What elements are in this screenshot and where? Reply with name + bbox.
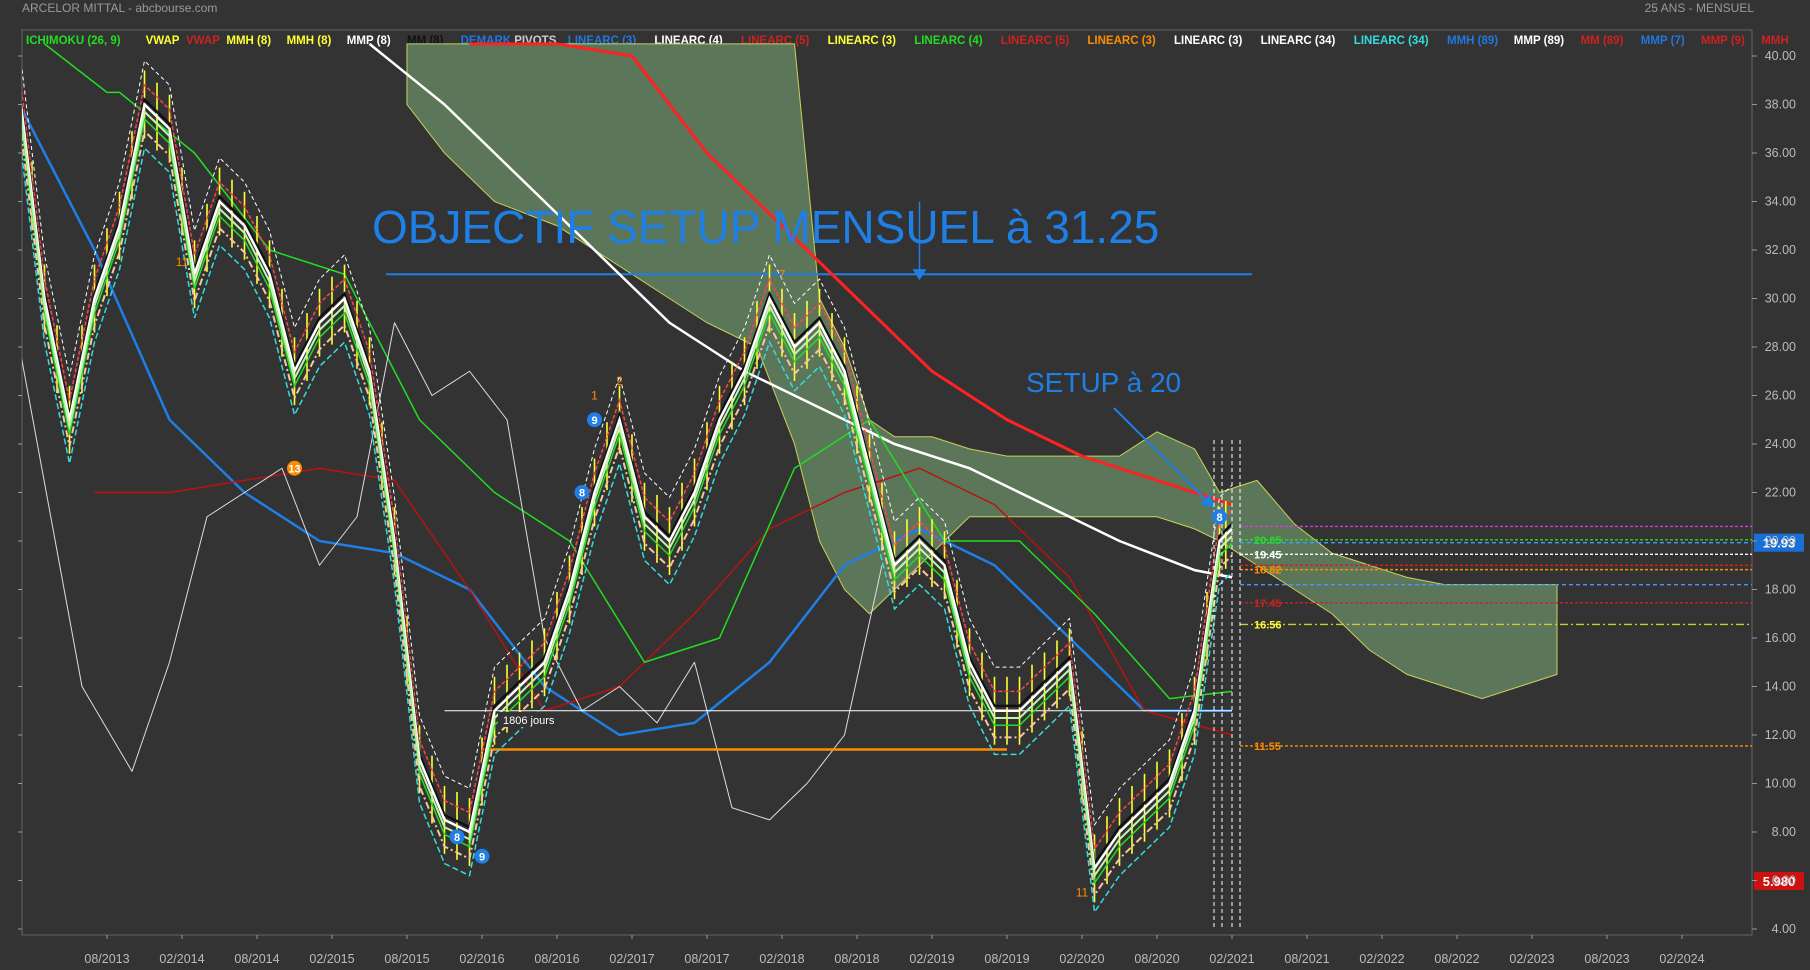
y-tick-label: 22.00 xyxy=(1765,486,1796,500)
legend-item-14: LINEARC (5) xyxy=(1001,35,1070,47)
x-tick-label: 02/2019 xyxy=(909,952,954,966)
x-tick-label: 08/2016 xyxy=(534,952,579,966)
y-tick-label: 30.00 xyxy=(1765,292,1796,306)
objective-annotation: OBJECTIF SETUP MENSUEL à 31.25 xyxy=(372,201,1159,253)
count-label: 8 xyxy=(1216,512,1222,524)
y-tick-label: 12.00 xyxy=(1765,728,1796,742)
level-label: 11.55 xyxy=(1254,741,1281,753)
count-label: 13 xyxy=(288,463,300,475)
y-tick-label: 20.00 xyxy=(1765,534,1796,548)
x-tick-label: 08/2013 xyxy=(84,952,129,966)
setup-annotation: SETUP à 20 xyxy=(1026,367,1181,398)
x-tick-label: 02/2018 xyxy=(759,952,804,966)
y-tick-label: 14.00 xyxy=(1765,680,1796,694)
x-tick-label: 02/2023 xyxy=(1509,952,1554,966)
legend-item-16: LINEARC (3) xyxy=(1174,35,1243,47)
legend-item-2: VWAP xyxy=(186,35,220,47)
x-tick-label: 08/2022 xyxy=(1434,952,1479,966)
y-tick-label: 26.00 xyxy=(1765,389,1796,403)
legend-item-0: ICHIMOKU (26, 9) xyxy=(26,35,121,47)
level-label: 16.56 xyxy=(1254,619,1282,631)
legend-item-21: MM (89) xyxy=(1581,35,1624,47)
legend-item-1: VWAP xyxy=(146,35,180,47)
y-tick-label: 10.00 xyxy=(1765,777,1796,791)
x-tick-label: 08/2014 xyxy=(234,952,279,966)
legend-item-19: MMH (89) xyxy=(1447,35,1498,47)
level-label: 20.05 xyxy=(1254,535,1282,547)
x-tick-label: 08/2018 xyxy=(834,952,879,966)
x-tick-label: 02/2017 xyxy=(609,952,654,966)
count-label: 8 xyxy=(579,488,585,500)
count-label: 8 xyxy=(454,832,460,844)
x-tick-label: 02/2021 xyxy=(1209,952,1254,966)
y-tick-label: 36.00 xyxy=(1765,146,1796,160)
legend-item-13: LINEARC (4) xyxy=(914,35,983,47)
x-tick-label: 02/2014 xyxy=(159,952,204,966)
y-tick-label: 38.00 xyxy=(1765,98,1796,112)
days-count-label: 1806 jours xyxy=(503,715,555,727)
y-tick-label: 18.00 xyxy=(1765,583,1796,597)
x-tick-label: 02/2024 xyxy=(1659,952,1704,966)
legend-item-23: MMP (9) xyxy=(1701,35,1745,47)
legend-item-15: LINEARC (3) xyxy=(1087,35,1156,47)
y-tick-label: 32.00 xyxy=(1765,243,1796,257)
y-tick-label: 4.00 xyxy=(1772,922,1796,936)
y-tick-label: 40.00 xyxy=(1765,49,1796,63)
legend-item-12: LINEARC (3) xyxy=(828,35,897,47)
legend-item-3: MMH (8) xyxy=(226,35,271,47)
x-tick-label: 08/2019 xyxy=(984,952,1029,966)
x-tick-label: 02/2020 xyxy=(1059,952,1104,966)
legend-item-24: MMH xyxy=(1761,35,1788,47)
x-tick-label: 08/2021 xyxy=(1284,952,1329,966)
legend-item-20: MMP (89) xyxy=(1514,35,1564,47)
legend-item-18: LINEARC (34) xyxy=(1354,35,1429,47)
count-label: 11 xyxy=(1076,886,1089,900)
legend-item-5: MMP (8) xyxy=(347,35,391,47)
count-label: 2 xyxy=(616,374,623,388)
legend-item-22: MMP (7) xyxy=(1641,35,1685,47)
x-tick-label: 02/2015 xyxy=(309,952,354,966)
y-tick-label: 8.00 xyxy=(1772,825,1796,839)
count-label: 7 xyxy=(779,267,786,281)
count-label: 11 xyxy=(176,255,189,269)
price-chart[interactable]: ICHIMOKU (26, 9) VWAP VWAP MMH (8) MMH (8) MM… xyxy=(0,0,1810,970)
x-tick-label: 02/2022 xyxy=(1359,952,1404,966)
count-label: 9 xyxy=(591,415,597,427)
x-tick-label: 08/2017 xyxy=(684,952,729,966)
level-label: 19.45 xyxy=(1254,549,1282,561)
y-tick-label: 24.00 xyxy=(1765,437,1796,451)
legend-item-17: LINEARC (34) xyxy=(1261,35,1336,47)
y-tick-label: 16.00 xyxy=(1765,631,1796,645)
x-axis: 08/2013 02/2014 08/2014 02/2015 08/2015 02/20… xyxy=(84,935,1705,966)
y-tick-label: 6.00 xyxy=(1772,874,1796,888)
x-tick-label: 08/2015 xyxy=(384,952,429,966)
x-tick-label: 08/2020 xyxy=(1134,952,1179,966)
x-tick-label: 08/2023 xyxy=(1584,952,1629,966)
y-tick-label: 28.00 xyxy=(1765,340,1796,354)
x-tick-label: 02/2016 xyxy=(459,952,504,966)
count-label: 1 xyxy=(591,389,598,403)
count-label: 9 xyxy=(479,851,485,863)
level-label: 17.45 xyxy=(1254,598,1282,610)
y-tick-label: 34.00 xyxy=(1765,195,1796,209)
level-label: 18.82 xyxy=(1254,565,1282,577)
legend-item-4: MMH (8) xyxy=(287,35,332,47)
